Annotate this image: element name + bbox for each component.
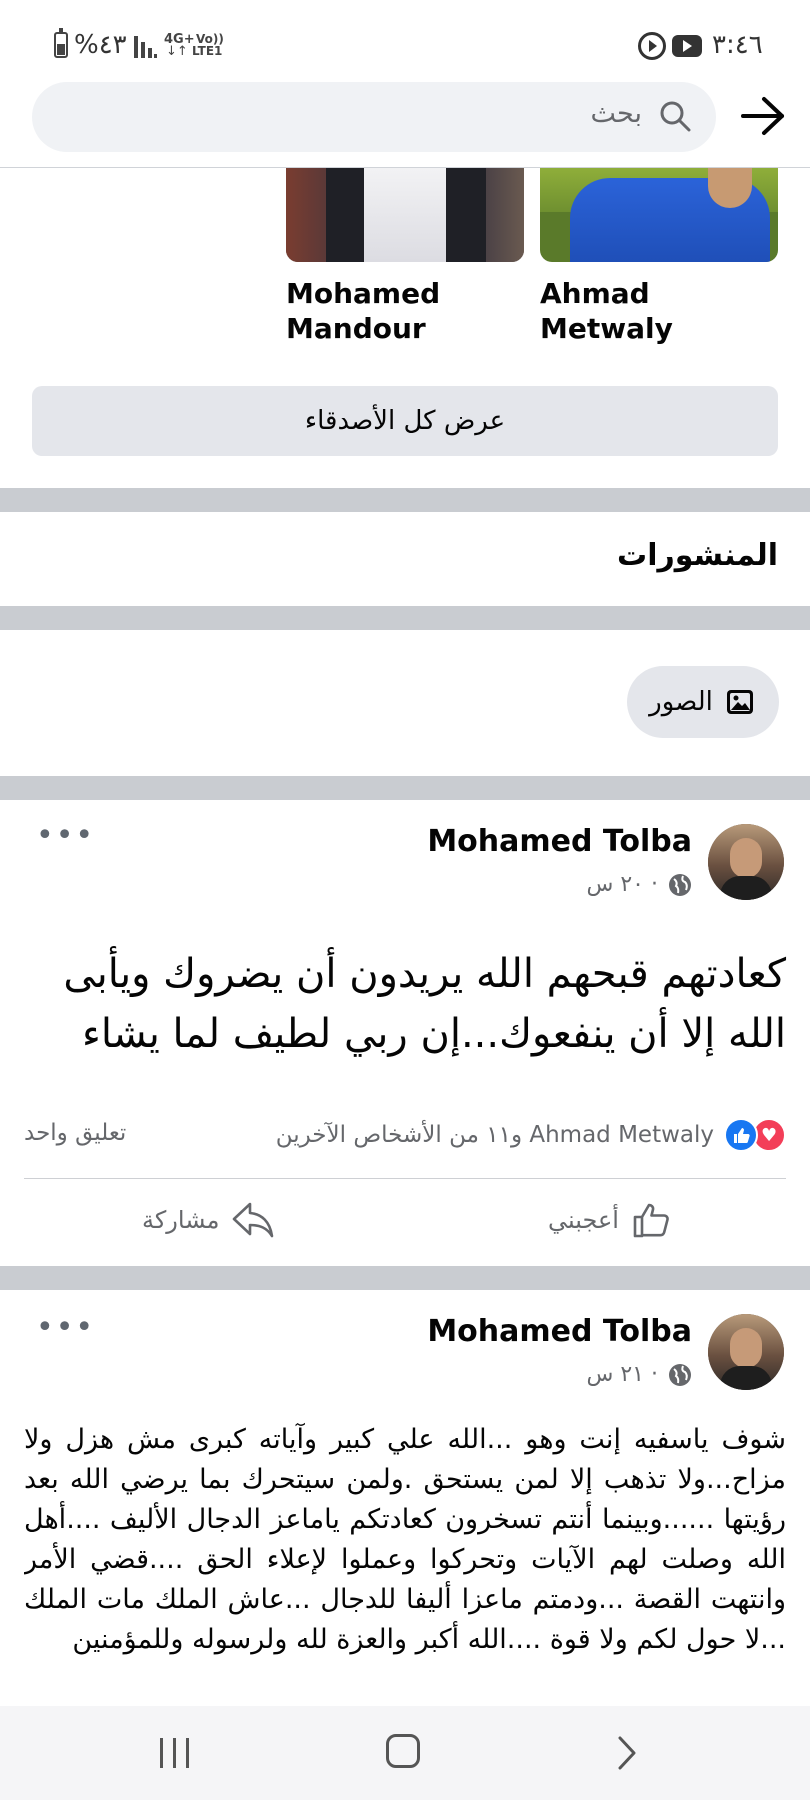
share-icon bbox=[233, 1202, 274, 1238]
friend-name-line2: Mandour bbox=[286, 312, 426, 345]
post-actions-divider bbox=[24, 1178, 786, 1179]
like-button[interactable]: أعجبني bbox=[548, 1200, 671, 1240]
home-button[interactable] bbox=[386, 1734, 420, 1768]
status-bar: %٤٣ 4G+ ↓↑ Vo)) LTE1 ٣:٤٦ bbox=[0, 0, 810, 84]
posts-section-title: المنشورات bbox=[617, 538, 778, 573]
post-text: شوف ياسفيه إنت وهو ...الله علي كبير وآيا… bbox=[24, 1424, 786, 1655]
post-options-icon[interactable]: ••• bbox=[36, 818, 95, 853]
network-arrows: ↓↑ bbox=[166, 44, 188, 59]
friend-name-line1: Mohamed bbox=[286, 277, 441, 310]
friend-photo-mohamed-mandour[interactable] bbox=[286, 168, 524, 262]
search-input[interactable]: بحث bbox=[32, 82, 716, 152]
post-time: ٢١ س · bbox=[586, 1362, 659, 1387]
friend-photo-ahmad-metwaly[interactable] bbox=[540, 168, 778, 262]
signal-icon bbox=[134, 36, 158, 58]
clock: ٣:٤٦ bbox=[712, 30, 763, 60]
globe-icon bbox=[669, 873, 691, 896]
post-options-icon[interactable]: ••• bbox=[36, 1310, 95, 1345]
post-text-clip: شوف ياسفيه إنت وهو ...الله علي كبير وآيا… bbox=[24, 1420, 786, 1706]
share-button[interactable]: مشاركة bbox=[142, 1200, 275, 1240]
see-all-friends-label: عرض كل الأصدقاء bbox=[304, 406, 506, 436]
post-time: ٢٠ س · bbox=[586, 872, 659, 897]
post-meta: ٢٠ س · bbox=[587, 872, 693, 897]
reactions-text: Ahmad Metwaly و١١ من الأشخاص الآخرين bbox=[275, 1122, 714, 1148]
post-author[interactable]: Mohamed Tolba bbox=[427, 1314, 692, 1349]
avatar[interactable] bbox=[708, 1314, 784, 1390]
share-label: مشاركة bbox=[142, 1206, 220, 1234]
battery-percent: %٤٣ bbox=[74, 30, 127, 60]
avatar[interactable] bbox=[708, 824, 784, 900]
friend-name-mohamed-mandour[interactable]: Mohamed Mandour bbox=[286, 276, 524, 346]
like-label: أعجبني bbox=[548, 1206, 619, 1234]
section-divider bbox=[0, 488, 810, 512]
section-divider bbox=[0, 1266, 810, 1290]
friend-name-ahmad-metwaly[interactable]: Ahmad Metwaly bbox=[540, 276, 790, 346]
lte-label: LTE1 bbox=[192, 44, 223, 58]
section-divider bbox=[0, 606, 810, 630]
search-icon bbox=[660, 101, 691, 132]
globe-icon bbox=[669, 1363, 691, 1386]
comments-count[interactable]: تعليق واحد bbox=[24, 1120, 126, 1146]
youtube-icon bbox=[672, 35, 702, 57]
recent-apps-button[interactable] bbox=[160, 1738, 190, 1768]
photos-filter-chip[interactable]: الصور bbox=[627, 666, 779, 738]
system-nav-bar bbox=[0, 1706, 810, 1800]
photos-icon bbox=[726, 690, 753, 714]
reactions-summary[interactable]: ♥ Ahmad Metwaly و١١ من الأشخاص الآخرين bbox=[276, 1118, 786, 1152]
sync-icon bbox=[638, 32, 666, 60]
search-placeholder: بحث bbox=[590, 98, 642, 129]
see-all-friends-button[interactable]: عرض كل الأصدقاء bbox=[32, 386, 778, 456]
post-text: كعادتهم قبحهم الله يريدون أن يضروك ويأبى… bbox=[63, 951, 786, 1057]
battery-icon bbox=[54, 28, 68, 58]
like-reaction-icon bbox=[724, 1118, 758, 1152]
post-meta: ٢١ س · bbox=[587, 1362, 693, 1387]
section-divider bbox=[0, 776, 810, 800]
back-button[interactable] bbox=[616, 1735, 638, 1771]
back-arrow-icon[interactable] bbox=[740, 96, 786, 136]
like-icon bbox=[633, 1203, 669, 1238]
photos-chip-label: الصور bbox=[649, 687, 713, 717]
friend-name-line1: Ahmad Metwaly bbox=[540, 277, 673, 345]
post-author[interactable]: Mohamed Tolba bbox=[427, 824, 692, 859]
